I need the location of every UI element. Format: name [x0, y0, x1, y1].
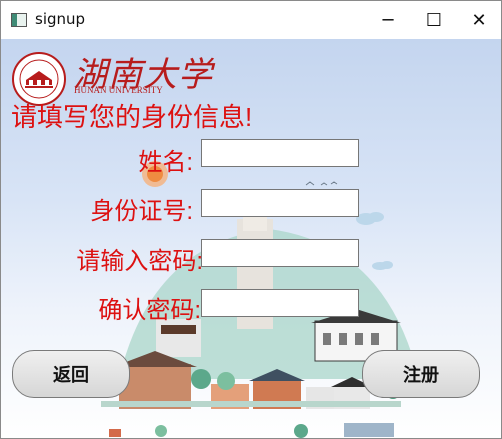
- form-panel: 湖南大学 HUNAN UNIVERSITY 请填写您的身份信息! 姓名: 身份证…: [1, 39, 501, 438]
- password-input[interactable]: [201, 239, 359, 267]
- title-bar[interactable]: signup ─ ☐ ✕: [1, 1, 501, 39]
- confirm-password-label: 确认密码:: [98, 297, 201, 324]
- id-number-label: 身份证号:: [90, 198, 193, 225]
- confirm-password-input[interactable]: [201, 289, 359, 317]
- register-button[interactable]: 注册: [362, 350, 480, 398]
- maximize-button[interactable]: ☐: [411, 1, 457, 39]
- close-button[interactable]: ✕: [456, 1, 501, 39]
- name-label: 姓名:: [138, 149, 193, 176]
- university-name-en: HUNAN UNIVERSITY: [74, 85, 163, 95]
- signup-window: signup ─ ☐ ✕ 湖南大学 HUNAN UNIVERSITY 请填写您的…: [0, 0, 502, 439]
- back-button[interactable]: 返回: [12, 350, 130, 398]
- password-label: 请输入密码:: [76, 248, 203, 275]
- id-number-input[interactable]: [201, 189, 359, 217]
- name-input[interactable]: [201, 139, 359, 167]
- window-title: signup: [35, 10, 86, 28]
- minimize-button[interactable]: ─: [365, 1, 411, 39]
- page-title: 请填写您的身份信息!: [11, 102, 253, 132]
- app-icon: [11, 13, 27, 27]
